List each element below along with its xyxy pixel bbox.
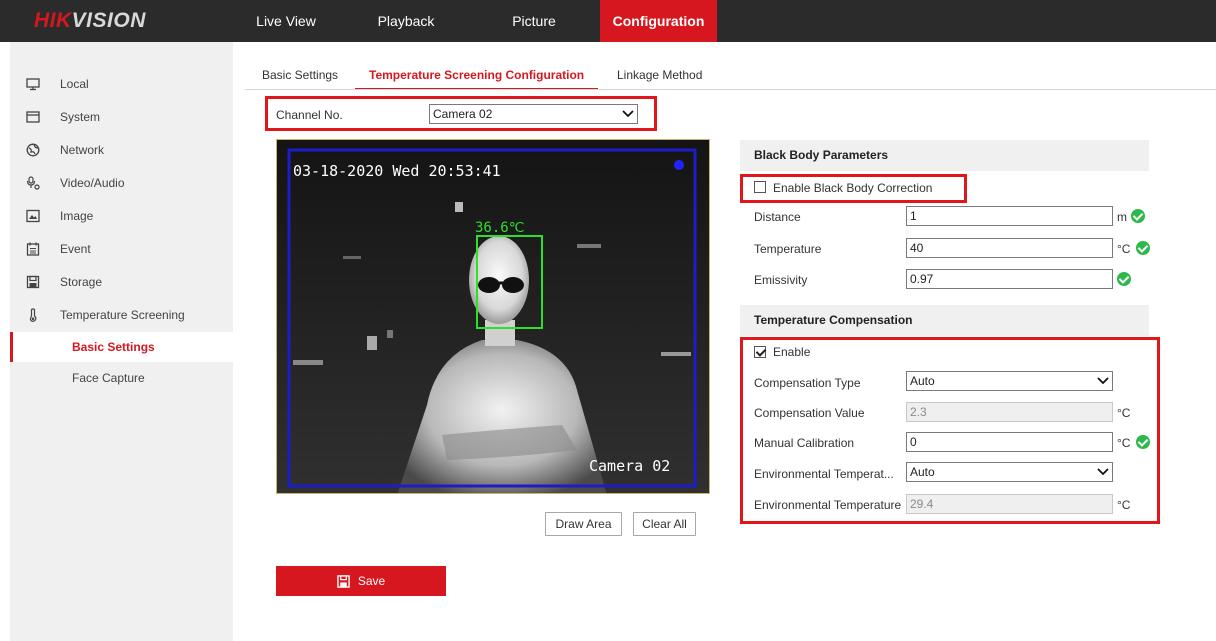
black-body-enable-checkbox[interactable] (754, 181, 766, 193)
sidebar-item-label: Local (60, 76, 89, 91)
channel-select-value: Camera 02 (433, 107, 493, 121)
tab-divider (245, 89, 1216, 90)
tab-basic-settings[interactable]: Basic Settings (262, 68, 338, 88)
nav-live-view[interactable]: Live View (248, 0, 324, 42)
manual-calibration-label: Manual Calibration (754, 436, 855, 450)
distance-input[interactable]: 1 (906, 206, 1113, 226)
sidebar-item-label: System (60, 109, 101, 124)
temperature-compensation-section-title: Temperature Compensation (740, 305, 1149, 336)
compensation-value-unit: °C (1117, 406, 1131, 420)
tab-temperature-screening-configuration[interactable]: Temperature Screening Configuration (355, 68, 599, 90)
sidebar-item-video-audio[interactable]: Video/Audio (10, 166, 233, 199)
sidebar-item-local[interactable]: Local (10, 67, 233, 100)
clear-all-button[interactable]: Clear All (633, 512, 696, 536)
globe-icon (26, 143, 40, 157)
valid-check-icon (1131, 209, 1145, 223)
draw-area-button[interactable]: Draw Area (545, 512, 622, 536)
sidebar-item-label: Image (60, 208, 94, 223)
sidebar-item-storage[interactable]: Storage (10, 265, 233, 298)
chevron-down-icon (622, 110, 634, 118)
sidebar-subitem-face-capture[interactable]: Face Capture (10, 363, 233, 393)
sidebar-item-event[interactable]: Event (10, 232, 233, 265)
sidebar-item-image[interactable]: Image (10, 199, 233, 232)
compensation-value-label: Compensation Value (754, 406, 865, 420)
channel-select[interactable]: Camera 02 (429, 104, 638, 124)
environmental-temperature-label: Environmental Temperature (754, 498, 902, 512)
manual-calibration-input[interactable]: 0 (906, 432, 1113, 452)
thermal-blob (387, 330, 393, 338)
sidebar-item-network[interactable]: Network (10, 133, 233, 166)
thermal-blob (577, 244, 601, 248)
distance-unit: m (1117, 210, 1127, 224)
thermal-video-preview[interactable]: 03-18-2020 Wed 20:53:41 Camera 02 36.6℃ (276, 139, 710, 494)
logo-white-text: VISION (71, 9, 146, 32)
sidebar-item-system[interactable]: System (10, 100, 233, 133)
sidebar-item-label: Event (60, 241, 91, 256)
thermal-blob (661, 352, 691, 356)
thermometer-icon (26, 307, 40, 322)
sidebar: Local System Network Video/Audio Image E… (10, 42, 233, 641)
floppy-disk-icon (337, 574, 350, 588)
compensation-type-value: Auto (910, 374, 935, 388)
osd-datetime: 03-18-2020 Wed 20:53:41 (293, 162, 501, 180)
monitor-icon (26, 77, 40, 91)
compensation-enable-checkbox[interactable] (754, 346, 766, 358)
valid-check-icon (1136, 435, 1150, 449)
osd-camera-name: Camera 02 (589, 457, 670, 475)
black-body-enable-label: Enable Black Body Correction (773, 181, 933, 195)
compensation-type-select[interactable]: Auto (906, 371, 1113, 391)
sidebar-item-label: Network (60, 142, 105, 157)
temperature-unit: °C (1117, 242, 1131, 256)
recording-indicator (674, 160, 684, 170)
thermal-blob (343, 256, 361, 259)
sidebar-item-label: Video/Audio (60, 175, 125, 190)
sunglasses-right-lens (502, 277, 524, 293)
emissivity-input[interactable]: 0.97 (906, 269, 1113, 289)
black-body-section-title: Black Body Parameters (740, 140, 1149, 171)
sidebar-subitem-basic-settings[interactable]: Basic Settings (10, 332, 233, 362)
thermal-blob (367, 336, 377, 350)
temperature-input[interactable]: 40 (906, 238, 1113, 258)
hikvision-logo: HIKVISION (34, 9, 146, 33)
calendar-icon (26, 242, 40, 256)
save-button[interactable]: Save (276, 566, 446, 596)
sidebar-item-label: Storage (60, 274, 103, 289)
nav-configuration[interactable]: Configuration (600, 0, 717, 42)
compensation-value-input[interactable]: 2.3 (906, 402, 1113, 422)
chevron-down-icon (1097, 377, 1109, 385)
save-button-label: Save (357, 574, 386, 588)
environmental-temperature-input[interactable]: 29.4 (906, 494, 1113, 514)
nav-picture[interactable]: Picture (496, 0, 572, 42)
sidebar-item-temperature-screening[interactable]: Temperature Screening (10, 298, 233, 331)
environmental-temperature-mode-select[interactable]: Auto (906, 462, 1113, 482)
temperature-tag: 36.6℃ (475, 220, 524, 236)
environmental-temperature-mode-label: Environmental Temperat... (754, 467, 894, 481)
manual-calibration-unit: °C (1117, 436, 1131, 450)
logo-red-text: HIK (34, 9, 72, 32)
compensation-enable-label: Enable (773, 345, 811, 359)
chevron-down-icon (1097, 468, 1109, 476)
emissivity-label: Emissivity (754, 273, 808, 287)
image-icon (26, 209, 40, 223)
environmental-temperature-unit: °C (1117, 498, 1131, 512)
environmental-temperature-mode-value: Auto (910, 465, 935, 479)
thermal-blob (455, 202, 463, 212)
tab-linkage-method[interactable]: Linkage Method (617, 68, 702, 88)
temperature-label: Temperature (754, 242, 822, 256)
sunglasses-left-lens (478, 277, 500, 293)
nav-playback[interactable]: Playback (368, 0, 444, 42)
distance-label: Distance (754, 210, 801, 224)
disk-icon (26, 275, 40, 289)
sidebar-item-label: Temperature Screening (60, 307, 185, 322)
thermal-blob (293, 360, 323, 365)
top-nav-bar: HIKVISION Live View Playback Picture Con… (0, 0, 1216, 42)
channel-label: Channel No. (276, 108, 343, 122)
valid-check-icon (1117, 272, 1131, 286)
compensation-type-label: Compensation Type (754, 376, 861, 390)
valid-check-icon (1136, 241, 1150, 255)
video-audio-icon (26, 175, 40, 190)
system-icon (26, 110, 40, 124)
